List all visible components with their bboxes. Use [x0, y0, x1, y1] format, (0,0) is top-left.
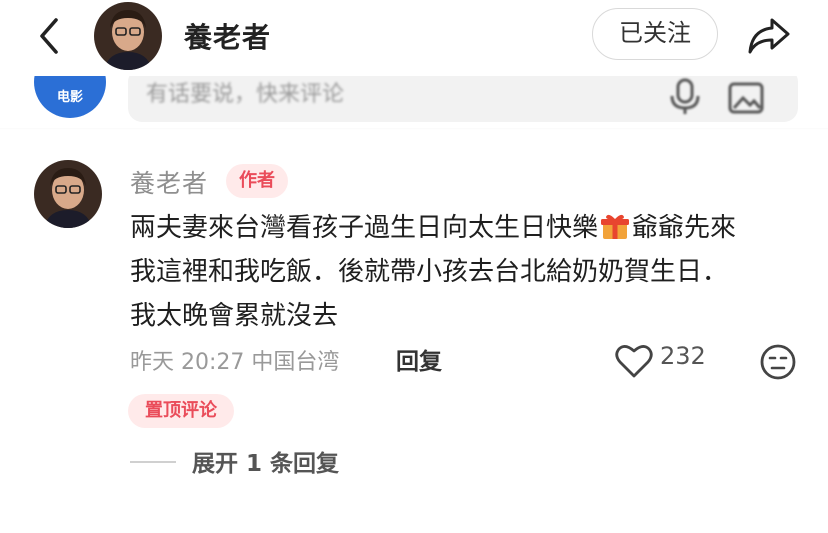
- divider: [0, 128, 828, 130]
- comment-text-segment: 爺爺先來: [632, 213, 737, 243]
- comment-text-line: 兩夫妻來台灣看孩子過生日向太生日快樂 爺爺先來: [130, 210, 810, 246]
- mic-icon[interactable]: [668, 78, 702, 116]
- channel-badge-label: 电影: [56, 90, 83, 105]
- top-bar: 養老者 已关注: [0, 0, 828, 76]
- comment-author[interactable]: 養老者: [130, 164, 208, 200]
- comment-meta: 昨天 20:27 中国台湾: [130, 350, 340, 375]
- share-arrow-icon[interactable]: [746, 14, 792, 56]
- comment-text-line: 我太晚會累就沒去: [130, 301, 339, 331]
- author-badge: 作者: [226, 164, 288, 198]
- comment-text-segment: 兩夫妻來台灣看孩子過生日向太生日快樂: [130, 213, 599, 243]
- heart-icon[interactable]: [614, 342, 654, 380]
- avatar[interactable]: [94, 2, 162, 70]
- comment-text-line: 我這裡和我吃飯．後就帶小孩去台北給奶奶賀生日．: [130, 257, 729, 287]
- expand-replies-button[interactable]: 展开 1 条回复: [192, 444, 339, 478]
- chevron-left-icon[interactable]: [30, 16, 70, 56]
- follow-button[interactable]: 已关注: [592, 8, 718, 60]
- comment-input-placeholder: 有话要说，快来评论: [146, 82, 345, 107]
- image-icon[interactable]: [728, 80, 764, 114]
- page-title[interactable]: 養老者: [184, 16, 271, 56]
- comment-input[interactable]: 有话要说，快来评论: [128, 68, 798, 122]
- like-count: 232: [660, 342, 706, 370]
- gift-emoji-icon: [601, 214, 630, 239]
- emoji-face-icon[interactable]: [758, 342, 798, 382]
- reply-button[interactable]: 回复: [396, 342, 442, 376]
- pinned-comment-badge: 置顶评论: [128, 394, 234, 428]
- expand-divider: [130, 461, 176, 463]
- comment-avatar[interactable]: [34, 160, 102, 228]
